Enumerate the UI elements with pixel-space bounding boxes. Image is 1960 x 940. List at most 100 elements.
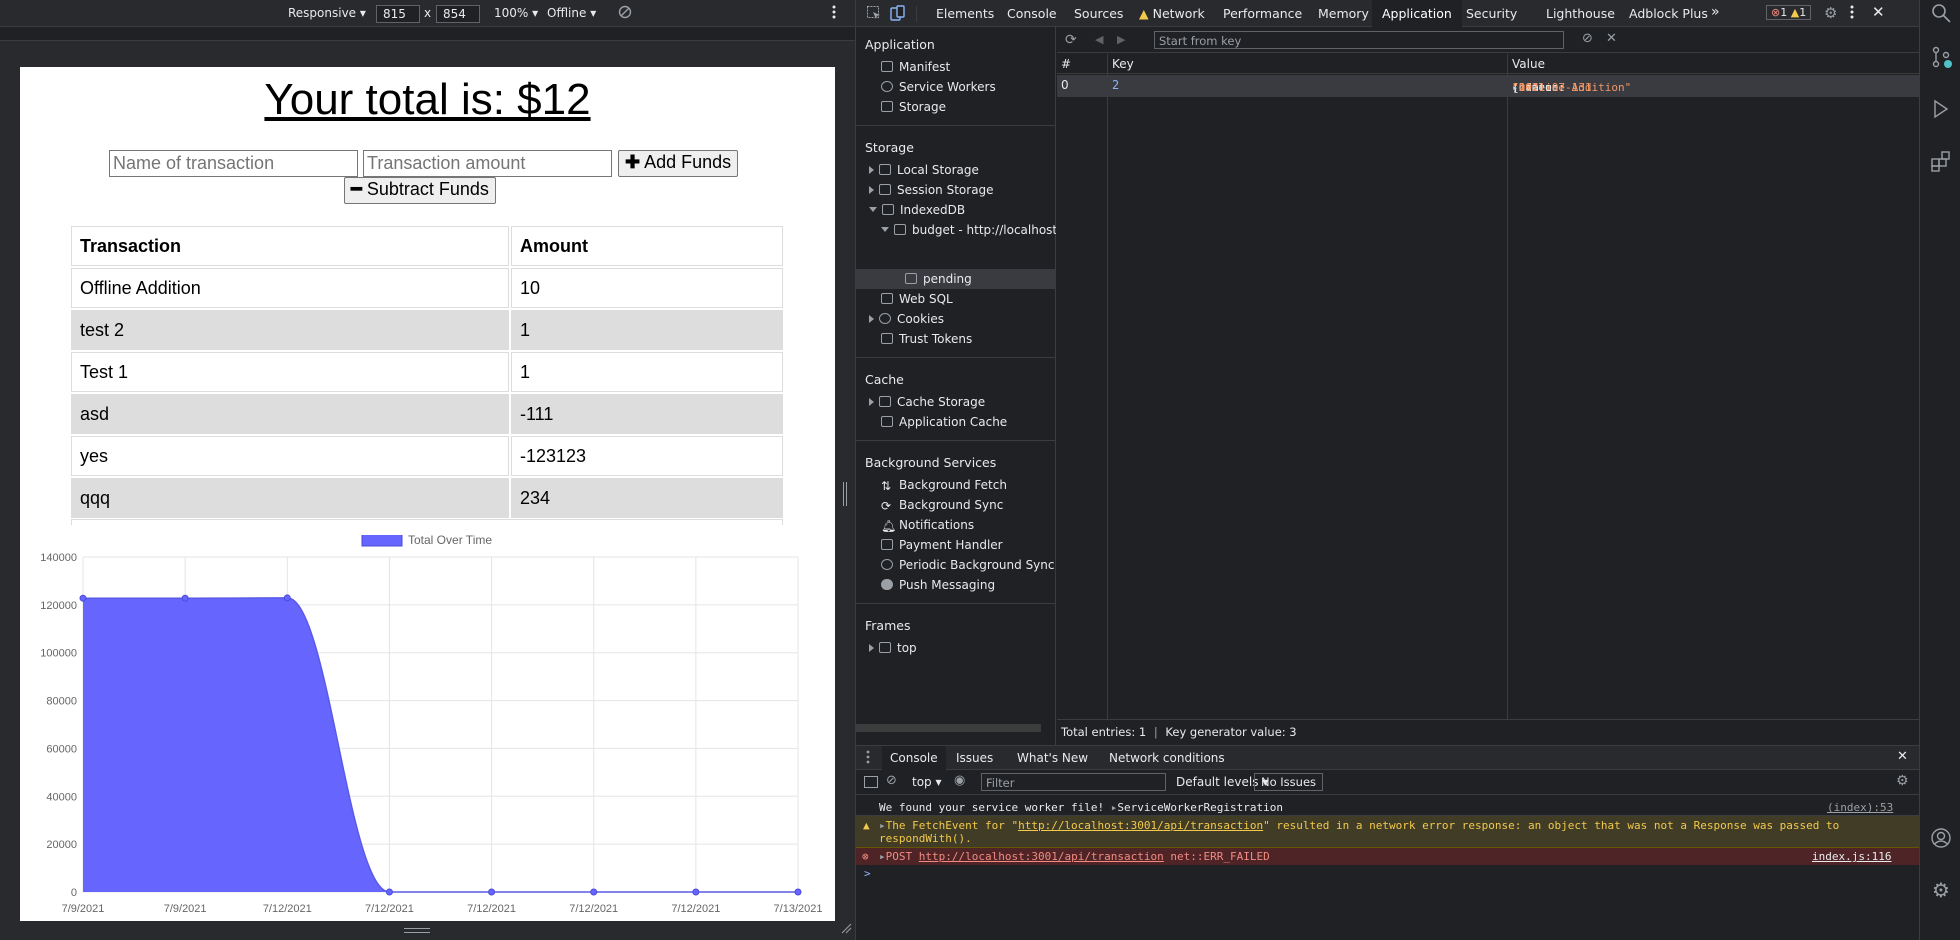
sidebar-item-payment-handler[interactable]: Payment Handler: [881, 535, 1003, 555]
account-icon[interactable]: [1930, 827, 1952, 849]
sidebar-item-storage[interactable]: Storage: [881, 97, 946, 117]
sidebar-item-application-cache[interactable]: Application Cache: [881, 412, 1007, 432]
prev-page-icon[interactable]: ◀: [1095, 33, 1103, 46]
issue-counter[interactable]: ⊗1 ▲1: [1766, 5, 1812, 20]
tab-elements[interactable]: Elements: [936, 6, 994, 21]
more-tabs-icon[interactable]: »: [1711, 4, 1720, 20]
tab-performance[interactable]: Performance: [1223, 6, 1302, 21]
column-value[interactable]: Value: [1512, 57, 1545, 71]
tab-memory[interactable]: Memory: [1318, 6, 1369, 21]
expand-icon[interactable]: ▸: [879, 850, 886, 863]
drawer-tab-whats-new[interactable]: What's New: [1017, 751, 1088, 765]
expand-icon[interactable]: [869, 186, 874, 194]
sidebar-item-manifest[interactable]: Manifest: [881, 57, 950, 77]
tab-console[interactable]: Console: [1007, 6, 1057, 21]
sidebar-item-trust-tokens[interactable]: Trust Tokens: [881, 329, 972, 349]
transaction-amount-input[interactable]: Transaction amount: [363, 150, 612, 177]
sidebar-scrollbar[interactable]: [856, 724, 1041, 732]
extensions-icon[interactable]: [1930, 150, 1952, 172]
column-index[interactable]: #: [1061, 57, 1071, 71]
sidebar-item-web-sql[interactable]: Web SQL: [881, 289, 953, 309]
drawer-tab-network-conditions[interactable]: Network conditions: [1109, 751, 1225, 765]
source-control-icon[interactable]: [1930, 46, 1952, 68]
log-object[interactable]: ServiceWorkerRegistration: [1117, 801, 1283, 814]
device-toolbar-icon[interactable]: [890, 5, 906, 24]
transaction-name-input[interactable]: Name of transaction: [109, 150, 358, 177]
log-source-link[interactable]: (index):53: [1827, 801, 1893, 814]
inspect-element-icon[interactable]: [866, 5, 882, 24]
sidebar-item-background-sync[interactable]: ⟳ Background Sync: [881, 495, 1003, 515]
sidebar-item-service-workers[interactable]: Service Workers: [881, 77, 996, 97]
sidebar-item-cookies[interactable]: Cookies: [869, 309, 944, 329]
tab-adblock-plus[interactable]: Adblock Plus: [1629, 6, 1708, 21]
series-area-fill: [83, 597, 798, 892]
console-settings-icon[interactable]: ⚙: [1896, 773, 1909, 789]
device-mode-dropdown[interactable]: Responsive ▾: [288, 6, 366, 20]
eye-icon[interactable]: ◉: [954, 773, 965, 788]
settings-gear-icon[interactable]: ⚙: [1824, 4, 1837, 22]
drawer-tab-console[interactable]: Console: [882, 746, 946, 770]
run-debug-icon[interactable]: [1930, 98, 1952, 120]
collapse-icon[interactable]: [881, 227, 889, 232]
tab-network[interactable]: ▲ Network: [1139, 6, 1205, 21]
sidebar-item-session-storage[interactable]: Session Storage: [869, 180, 994, 200]
tab-sources[interactable]: Sources: [1074, 6, 1123, 21]
clear-object-store-icon[interactable]: ⊘: [1582, 31, 1593, 46]
close-devtools-icon[interactable]: ✕: [1872, 3, 1885, 21]
sidebar-item-periodic-background-sync[interactable]: Periodic Background Sync: [881, 555, 1055, 575]
sidebar-item-push-messaging[interactable]: Push Messaging: [881, 575, 995, 595]
console-prompt[interactable]: >: [856, 867, 1920, 883]
idb-row[interactable]: 0 2 ▸ {name: "Offline Addition", value: "…: [1057, 75, 1920, 97]
tab-lighthouse[interactable]: Lighthouse: [1546, 6, 1615, 21]
tab-security[interactable]: Security: [1466, 6, 1517, 21]
expand-icon[interactable]: ▸: [879, 819, 886, 832]
rotate-icon[interactable]: [618, 5, 632, 22]
delete-selected-icon[interactable]: ✕: [1606, 31, 1617, 46]
sidebar-item-frame-top[interactable]: top: [869, 638, 917, 658]
expand-icon[interactable]: [869, 644, 874, 652]
clear-console-icon[interactable]: ⊘: [886, 773, 897, 788]
manage-gear-icon[interactable]: ⚙: [1930, 878, 1952, 902]
context-dropdown[interactable]: top ▾: [912, 775, 942, 789]
sidebar-item-background-fetch[interactable]: ⇅ Background Fetch: [881, 475, 1007, 495]
height-input[interactable]: 854: [436, 5, 480, 23]
collapse-icon[interactable]: [869, 207, 877, 212]
tab-application[interactable]: Application: [1372, 0, 1462, 27]
start-from-key-input[interactable]: Start from key: [1154, 31, 1564, 49]
throttle-dropdown[interactable]: Offline ▾: [547, 6, 596, 20]
gear-icon: [881, 81, 893, 92]
width-input[interactable]: 815: [376, 5, 420, 23]
expand-icon[interactable]: [869, 166, 874, 174]
add-funds-button[interactable]: ✚ Add Funds: [618, 150, 739, 177]
no-issues-button[interactable]: No Issues: [1254, 773, 1324, 791]
more-options-icon[interactable]: [832, 4, 836, 23]
close-drawer-icon[interactable]: ✕: [1897, 749, 1908, 764]
log-url[interactable]: http://localhost:3001/api/transaction: [1018, 819, 1263, 832]
resize-handle-right[interactable]: [835, 480, 855, 510]
customize-menu-icon[interactable]: [1850, 4, 1854, 23]
refresh-icon[interactable]: ⟳: [1065, 32, 1077, 48]
zoom-dropdown[interactable]: 100% ▾: [494, 6, 538, 20]
sidebar-item-budget-db[interactable]: budget - http://localhost:30: [881, 220, 1056, 240]
sidebar-item-pending-store[interactable]: pending: [905, 269, 972, 289]
corner-resize-icon[interactable]: [840, 922, 852, 934]
expand-icon[interactable]: [869, 315, 874, 323]
log-url[interactable]: http://localhost:3001/api/transaction: [919, 850, 1164, 863]
sidebar-toggle-icon[interactable]: [864, 776, 878, 788]
drawer-menu-icon[interactable]: [866, 750, 870, 767]
sidebar-item-notifications[interactable]: 🔔︎ Notifications: [881, 515, 974, 535]
legend-swatch[interactable]: [361, 535, 403, 547]
subtract-funds-button[interactable]: ━ Subtract Funds: [344, 177, 496, 204]
sidebar-item-local-storage[interactable]: Local Storage: [869, 160, 979, 180]
next-page-icon[interactable]: ▶: [1117, 33, 1125, 46]
console-filter-input[interactable]: Filter: [981, 773, 1166, 791]
sidebar-item-indexeddb[interactable]: IndexedDB: [869, 200, 965, 220]
search-icon[interactable]: [1930, 2, 1952, 24]
drawer-tab-issues[interactable]: Issues: [956, 751, 993, 765]
sidebar-item-cache-storage[interactable]: Cache Storage: [869, 392, 985, 412]
resize-handle-bottom[interactable]: [404, 928, 430, 933]
column-key[interactable]: Key: [1112, 57, 1134, 71]
expand-icon[interactable]: [869, 398, 874, 406]
log-source-link[interactable]: index.js:116: [1812, 850, 1891, 863]
legend-label[interactable]: Total Over Time: [408, 535, 492, 547]
